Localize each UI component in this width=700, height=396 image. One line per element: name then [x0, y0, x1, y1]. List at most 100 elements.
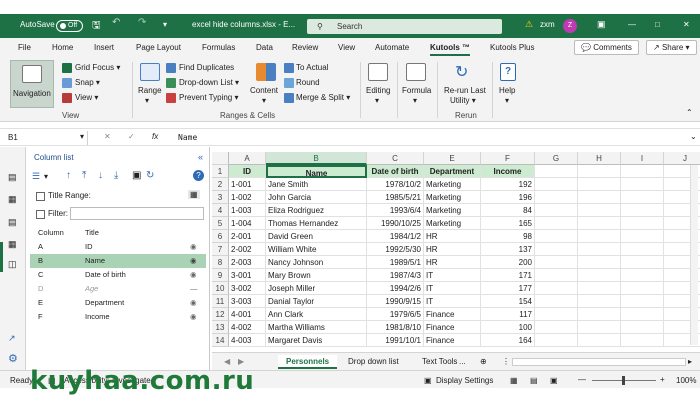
table-cell[interactable]: Joseph Miller	[266, 282, 367, 295]
table-cell[interactable]: Marketing	[424, 178, 481, 191]
tab-review[interactable]: Review	[292, 43, 318, 52]
column-header-f[interactable]: F	[481, 152, 535, 165]
hidden-icon[interactable]: —	[190, 282, 198, 296]
table-cell[interactable]: 200	[481, 256, 535, 269]
autosave-toggle[interactable]: Off	[56, 20, 83, 32]
collapse-panel-icon[interactable]: «	[198, 152, 203, 162]
table-cell[interactable]: Marketing	[424, 217, 481, 230]
row-header[interactable]: 12	[212, 308, 229, 321]
collapse-ribbon-icon[interactable]: ⌃	[686, 108, 693, 117]
table-cell[interactable]: 137	[481, 243, 535, 256]
table-cell[interactable]	[535, 308, 578, 321]
table-cell[interactable]: HR	[424, 243, 481, 256]
table-cell[interactable]: 1990/9/15	[367, 295, 424, 308]
table-cell[interactable]: Finance	[424, 334, 481, 347]
list-item[interactable]: C Date of birth ◉	[30, 268, 206, 282]
header-cell[interactable]: Name	[266, 165, 367, 178]
zoom-level[interactable]: 100%	[676, 376, 696, 385]
tab-formulas[interactable]: Formulas	[202, 43, 235, 52]
header-cell[interactable]: Date of birth	[367, 165, 424, 178]
help-dropdown-icon[interactable]: ▾	[505, 96, 509, 105]
table-cell[interactable]: 3-001	[229, 269, 266, 282]
table-cell[interactable]	[578, 178, 621, 191]
maximize-icon[interactable]: □	[655, 20, 660, 29]
rerun-utility[interactable]: Utility ▾	[450, 96, 476, 105]
spreadsheet-grid[interactable]: A B C E F G H I J 1 ID Name Date of birth Department I…	[212, 148, 700, 348]
visible-eye-icon[interactable]: ◉	[190, 310, 197, 324]
header-cell[interactable]: Department	[424, 165, 481, 178]
column-header-e[interactable]: E	[424, 152, 481, 165]
table-cell[interactable]: 1994/2/6	[367, 282, 424, 295]
page-layout-view-icon[interactable]: ▤	[530, 376, 538, 385]
column-header-a[interactable]: A	[229, 152, 266, 165]
table-cell[interactable]: 2-002	[229, 243, 266, 256]
sheet-icon[interactable]: ▦	[8, 194, 17, 205]
enter-icon[interactable]: ✓	[128, 132, 135, 141]
table-cell[interactable]: 164	[481, 334, 535, 347]
table-cell[interactable]: 171	[481, 269, 535, 282]
move-bottom-icon[interactable]: ⤓	[114, 170, 118, 181]
table-cell[interactable]: IT	[424, 295, 481, 308]
table-cell[interactable]: 1985/5/21	[367, 191, 424, 204]
table-cell[interactable]: Eliza Rodriguez	[266, 204, 367, 217]
table-cell[interactable]	[621, 282, 664, 295]
table-cell[interactable]	[621, 243, 664, 256]
move-down-icon[interactable]: ↓	[98, 170, 103, 181]
table-cell[interactable]	[535, 217, 578, 230]
table-cell[interactable]: 1990/10/25	[367, 217, 424, 230]
row-header[interactable]: 1	[212, 165, 229, 178]
tab-insert[interactable]: Insert	[94, 43, 114, 52]
rerun-button[interactable]: Re-run Last	[444, 86, 486, 95]
round-button[interactable]: Round	[296, 78, 320, 87]
visible-eye-icon[interactable]: ◉	[190, 240, 197, 254]
table-cell[interactable]	[535, 282, 578, 295]
table-cell[interactable]	[578, 243, 621, 256]
table-cell[interactable]: 177	[481, 282, 535, 295]
header-cell[interactable]: ID	[229, 165, 266, 178]
view-button[interactable]: View ▾	[75, 93, 98, 102]
filter-input[interactable]	[70, 207, 204, 220]
add-sheet-icon[interactable]: ⊕	[478, 355, 489, 369]
table-cell[interactable]	[535, 269, 578, 282]
list-dropdown-icon[interactable]: ▾	[44, 172, 48, 181]
table-cell[interactable]: Jane Smith	[266, 178, 367, 191]
column-header-j[interactable]: J	[664, 152, 700, 165]
table-cell[interactable]: 98	[481, 230, 535, 243]
comments-button[interactable]: 💬 Comments	[574, 40, 639, 55]
row-header[interactable]: 10	[212, 282, 229, 295]
content-dropdown-icon[interactable]: ▾	[262, 96, 266, 105]
header-cell[interactable]: Income	[481, 165, 535, 178]
dropdown-list-button[interactable]: Drop-down List ▾	[179, 78, 239, 87]
tab-page-layout[interactable]: Page Layout	[136, 43, 181, 52]
table-cell[interactable]	[621, 165, 664, 178]
tab-view[interactable]: View	[338, 43, 355, 52]
table-cell[interactable]	[621, 256, 664, 269]
formula-dropdown-icon[interactable]: ▾	[413, 96, 417, 105]
table-cell[interactable]: 1-001	[229, 178, 266, 191]
table-cell[interactable]: 117	[481, 308, 535, 321]
table-cell[interactable]: Finance	[424, 321, 481, 334]
row-header[interactable]: 13	[212, 321, 229, 334]
tab-personnels[interactable]: Personnels	[278, 355, 338, 369]
expand-formula-icon[interactable]: ⌄	[690, 132, 697, 141]
ribbon-display-icon[interactable]: ▣	[597, 19, 606, 30]
sheet-menu-icon[interactable]: ⋮	[500, 355, 512, 369]
visible-eye-icon[interactable]: ◉	[190, 296, 197, 310]
table-cell[interactable]	[535, 321, 578, 334]
move-up-icon[interactable]: ↑	[66, 170, 71, 181]
table-cell[interactable]: HR	[424, 230, 481, 243]
find-duplicates-button[interactable]: Find Duplicates	[179, 63, 234, 72]
table-cell[interactable]	[621, 217, 664, 230]
column-header-b[interactable]: B	[266, 152, 367, 165]
filter-checkbox[interactable]	[36, 210, 45, 219]
visible-eye-icon[interactable]: ◉	[190, 254, 197, 268]
share-button[interactable]: ↗ Share ▾	[646, 40, 697, 55]
table-cell[interactable]	[621, 191, 664, 204]
table-cell[interactable]: 4-002	[229, 321, 266, 334]
row-header[interactable]: 14	[212, 334, 229, 347]
select-all-corner[interactable]	[212, 152, 229, 165]
vertical-scrollbar[interactable]	[690, 165, 698, 345]
table-cell[interactable]	[621, 269, 664, 282]
row-header[interactable]: 9	[212, 269, 229, 282]
qat-dropdown-icon[interactable]: ▾	[163, 20, 167, 29]
